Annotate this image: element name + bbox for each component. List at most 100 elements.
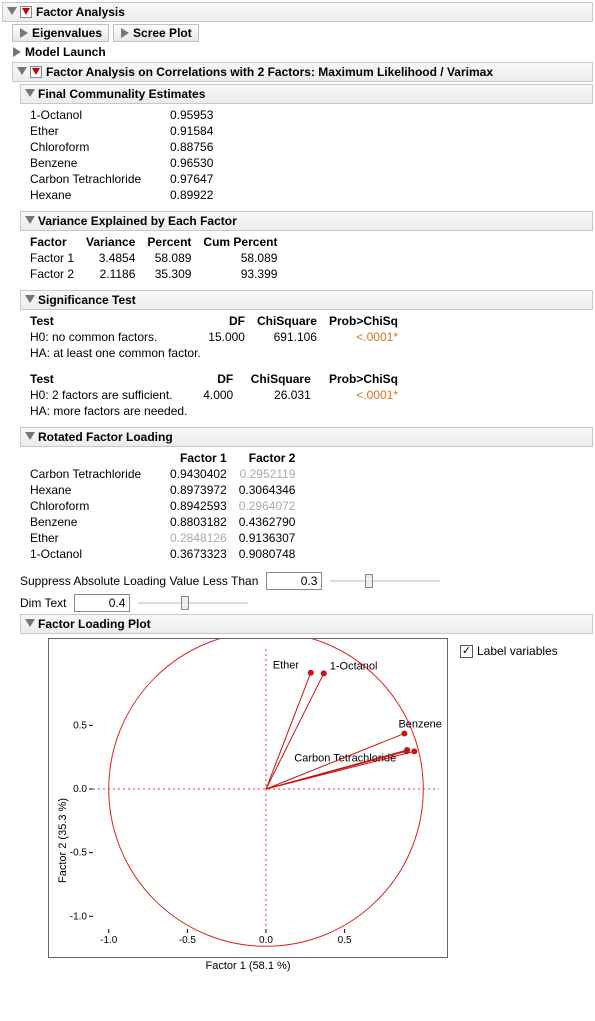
var-val: 0.89922 [164,187,219,203]
sig-chisq: 691.106 [251,329,323,345]
sub-title: Factor Analysis on Correlations with 2 F… [46,65,493,79]
f2: 0.3064346 [233,482,302,498]
tab-label: Model Launch [25,45,106,59]
sig-h0: H0: 2 factors are sufficient. [24,387,194,403]
disclosure-open-icon[interactable] [25,216,35,226]
label-variables-checkbox[interactable]: ✓ Label variables [460,644,558,658]
disclosure-open-icon[interactable] [17,67,27,77]
svg-text:0.5: 0.5 [73,720,87,731]
f1: 0.9430402 [164,466,233,482]
table-row: Chloroform0.89425930.2964072 [24,498,301,514]
sig-chisq: 26.031 [239,387,317,403]
factor-analysis-header[interactable]: Factor Analysis [2,2,593,22]
tab-scree-plot[interactable]: Scree Plot [113,24,199,42]
factor-loading-plot[interactable]: -1.0-1.0-0.5-0.50.00.00.50.5Carbon Tetra… [48,638,448,958]
dimtext-slider[interactable] [138,596,248,610]
plot-svg: -1.0-1.0-0.5-0.50.00.00.50.5Carbon Tetra… [49,639,449,959]
var-name: Benzene [24,155,164,171]
svg-text:Ether: Ether [273,660,300,672]
svg-text:0.0: 0.0 [73,784,87,795]
red-triangle-icon[interactable] [30,66,42,78]
disclosure-closed-icon [12,47,22,57]
slider-thumb[interactable] [181,596,189,610]
table-row: Ether0.28481260.9136307 [24,530,301,546]
cum: 93.399 [197,266,283,282]
var-val: 0.96530 [164,155,219,171]
disclosure-open-icon[interactable] [25,432,35,442]
suppress-input[interactable]: 0.3 [266,572,322,590]
disclosure-open-icon[interactable] [25,89,35,99]
communality-title: Final Communality Estimates [38,87,205,101]
communality-header[interactable]: Final Communality Estimates [20,84,593,104]
var-name: Hexane [24,187,164,203]
f1: 0.3673323 [164,546,233,562]
f2: 0.9136307 [233,530,302,546]
var-name: Chloroform [24,498,164,514]
significance-header[interactable]: Significance Test [20,290,593,310]
disclosure-open-icon[interactable] [25,295,35,305]
disclosure-closed-icon [19,28,29,38]
var-name: Ether [24,530,164,546]
svg-text:-0.5: -0.5 [179,935,197,946]
table-row: HA: at least one common factor. [24,345,404,361]
loading-header[interactable]: Rotated Factor Loading [20,427,593,447]
f1: 0.8973972 [164,482,233,498]
svg-text:Benzene: Benzene [398,718,441,730]
svg-text:-0.5: -0.5 [70,848,88,859]
variance-table: Factor Variance Percent Cum Percent Fact… [24,234,283,282]
var-name: Ether [24,123,164,139]
sig-prob: <.0001* [323,329,404,345]
table-row: 1-Octanol0.95953 [24,107,219,123]
svg-text:-1.0: -1.0 [70,911,88,922]
communality-table: 1-Octanol0.95953Ether0.91584Chloroform0.… [24,107,219,203]
disclosure-closed-icon [120,28,130,38]
table-row: H0: no common factors. 15.000 691.106 <.… [24,329,404,345]
col-f2: Factor 2 [233,450,302,466]
x-axis-label: Factor 1 (58.1 %) [48,960,448,972]
red-triangle-icon[interactable] [20,6,32,18]
sig-df: 15.000 [202,329,251,345]
var-name: Carbon Tetrachloride [24,171,164,187]
plot-header[interactable]: Factor Loading Plot [20,614,593,634]
svg-text:0.5: 0.5 [338,935,352,946]
col-percent: Percent [141,234,197,250]
table-row: Carbon Tetrachloride0.97647 [24,171,219,187]
table-row: H0: 2 factors are sufficient. 4.000 26.0… [24,387,404,403]
table-row: Hexane0.89739720.3064346 [24,482,301,498]
variance: 3.4854 [80,250,141,266]
col-f1: Factor 1 [164,450,233,466]
svg-text:0.0: 0.0 [259,935,273,946]
suppress-slider[interactable] [330,574,440,588]
col-test: Test [24,313,202,329]
plot-area: -1.0-1.0-0.5-0.50.00.00.50.5Carbon Tetra… [2,634,593,978]
variance: 2.1186 [80,266,141,282]
col-cum: Cum Percent [197,234,283,250]
tab-label: Eigenvalues [32,26,102,40]
dimtext-input[interactable]: 0.4 [74,594,130,612]
var-name: 1-Octanol [24,107,164,123]
f2: 0.2952119 [233,466,302,482]
table-row: Benzene0.96530 [24,155,219,171]
disclosure-open-icon[interactable] [7,7,17,17]
significance-title: Significance Test [38,293,136,307]
checkbox-icon[interactable]: ✓ [460,645,473,658]
col-test: Test [24,371,194,387]
var-name: Carbon Tetrachloride [24,466,164,482]
col-df: DF [202,313,251,329]
variance-header[interactable]: Variance Explained by Each Factor [20,211,593,231]
disclosure-open-icon[interactable] [25,619,35,629]
slider-thumb[interactable] [365,574,373,588]
tab-model-launch[interactable]: Model Launch [12,44,112,60]
var-val: 0.95953 [164,107,219,123]
var-val: 0.97647 [164,171,219,187]
f1: 0.2848126 [164,530,233,546]
factor-analysis-sub-header[interactable]: Factor Analysis on Correlations with 2 F… [12,62,593,82]
table-row: HA: more factors are needed. [24,403,404,419]
col-factor: Factor [24,234,80,250]
var-name: 1-Octanol [24,546,164,562]
col-prob: Prob>ChiSq [323,313,404,329]
factor-analysis-title: Factor Analysis [36,5,125,19]
table-row: 1-Octanol0.36733230.9080748 [24,546,301,562]
tab-eigenvalues[interactable]: Eigenvalues [12,24,109,42]
col-chisq: ChiSquare [239,371,317,387]
